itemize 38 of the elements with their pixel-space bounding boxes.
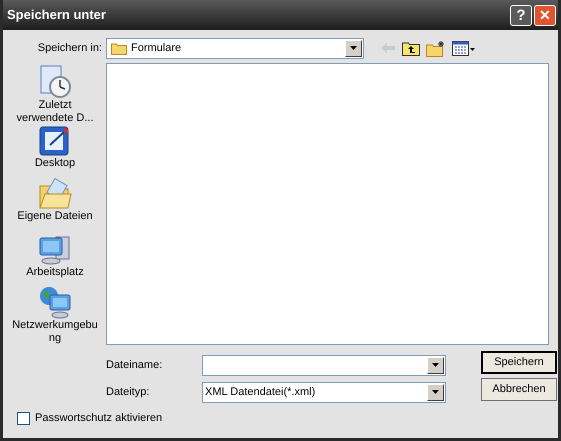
places-label: Desktop (34, 157, 76, 170)
password-label: Passwortschutz aktivieren (35, 411, 162, 426)
folder-up-icon[interactable] (402, 40, 420, 56)
places-label: Arbeitsplatz (25, 266, 85, 279)
field-value: XML Datendatei(*.xml) (205, 384, 316, 400)
caret-icon (432, 363, 439, 367)
field-label: Dateityp: (106, 384, 150, 400)
places-item[interactable]: Desktop (8, 125, 102, 178)
folder-name: Formulare (131, 40, 182, 56)
network-computer-icon (38, 284, 72, 319)
help-button[interactable]: ? (510, 4, 532, 26)
field-label: Dateiname: (106, 358, 164, 373)
window-title: Speichern unter (7, 6, 106, 24)
dropdown-button[interactable] (427, 356, 444, 374)
places-item[interactable]: Zuletzt verwendete D... (8, 65, 102, 125)
caret-icon (350, 46, 357, 50)
folder-document-icon (38, 178, 72, 210)
dropdown-button[interactable] (427, 384, 444, 400)
places-label: Zuletzt verwendete D... (15, 99, 95, 125)
filename-field[interactable] (202, 354, 446, 376)
places-item[interactable]: Eigene Dateien (8, 178, 102, 232)
places-label: Netzwerkumgebung (11, 318, 99, 345)
dropdown-button[interactable] (345, 40, 362, 56)
save-in-label: Speichern in: (36, 40, 103, 56)
save-in-dropdown[interactable]: Formulare (106, 38, 364, 58)
folder-icon (111, 42, 127, 54)
filetype-dropdown[interactable]: XML Datendatei(*.xml) (202, 382, 446, 402)
places-label: Eigene Dateien (16, 210, 94, 224)
password-checkbox[interactable] (17, 412, 30, 425)
new-folder-icon[interactable] (426, 40, 446, 56)
close-button[interactable]: ✕ (534, 4, 556, 26)
places-item[interactable]: Arbeitsplatz (8, 232, 102, 285)
view-menu-icon[interactable] (452, 40, 476, 56)
dialog-button[interactable]: Speichern (481, 351, 557, 374)
dialog-button[interactable]: Abbrechen (481, 378, 557, 401)
clock-document-icon (38, 65, 72, 99)
caret-icon (432, 390, 439, 394)
places-item[interactable]: Netzwerkumgebung (8, 284, 102, 345)
